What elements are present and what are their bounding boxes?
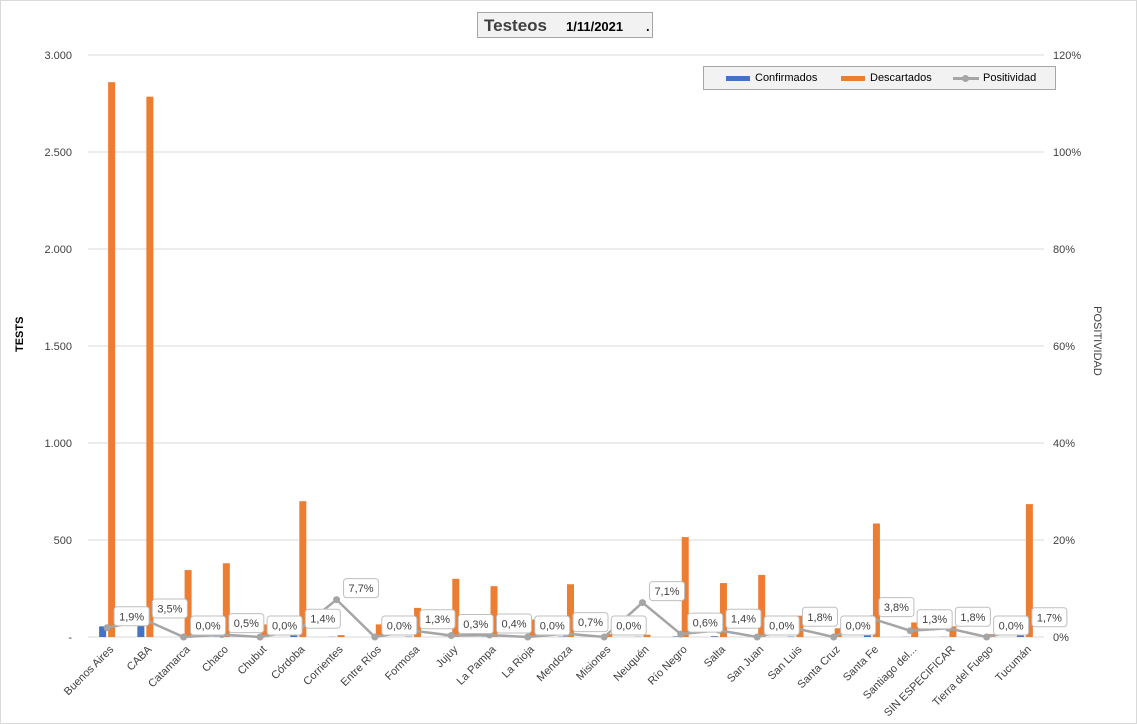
y2-tick-label: 20% xyxy=(1053,535,1075,547)
point-positividad xyxy=(983,633,991,641)
x-tick-label: Buenos Aires xyxy=(62,643,117,698)
x-tick-label: Entre Ríos xyxy=(339,643,385,689)
x-tick-label: San Luis xyxy=(766,643,805,682)
data-label: 0,6% xyxy=(693,618,718,630)
bar-descartados xyxy=(108,82,116,637)
x-tick-label: Chaco xyxy=(200,644,231,675)
point-positividad xyxy=(103,624,111,632)
data-label: 3,8% xyxy=(884,602,909,614)
x-tick-label: Santa Fe xyxy=(841,644,881,684)
x-tick-label: Jujuy xyxy=(434,643,461,670)
y2-tick-label: 40% xyxy=(1053,438,1075,450)
x-tick-label: Chubut xyxy=(236,644,270,678)
data-label: 0,0% xyxy=(616,621,641,633)
x-tick-label: Catamarca xyxy=(146,643,193,690)
x-tick-label: Salta xyxy=(702,643,729,670)
bar-confirmados xyxy=(710,636,718,637)
y2-tick-label: 0% xyxy=(1053,632,1069,644)
data-label: 0,3% xyxy=(463,619,488,631)
data-label: 1,8% xyxy=(807,612,832,624)
x-tick-label: Córdoba xyxy=(269,643,308,682)
x-tick-label: La Pampa xyxy=(455,643,500,688)
data-label: 0,0% xyxy=(272,621,297,633)
x-tick-label: SIN ESPECIFICAR xyxy=(882,644,958,720)
y-tick-label: 1.000 xyxy=(44,438,72,450)
x-tick-label: San Juan xyxy=(725,644,766,685)
data-label: 3,5% xyxy=(157,604,182,616)
data-label: 0,0% xyxy=(769,621,794,633)
point-positividad xyxy=(524,633,532,641)
data-label: 1,9% xyxy=(119,611,144,623)
point-positividad xyxy=(600,633,608,641)
y-tick-label: 1.500 xyxy=(44,341,72,353)
y2-tick-label: 60% xyxy=(1053,341,1075,353)
x-tick-label: Formosa xyxy=(383,643,423,683)
x-tick-label: Misiones xyxy=(574,643,614,683)
x-tick-label: Mendoza xyxy=(535,643,576,684)
bar-descartados xyxy=(146,96,154,637)
data-label: 7,1% xyxy=(654,586,679,598)
point-positividad xyxy=(753,633,761,641)
data-label: 0,7% xyxy=(578,617,603,629)
data-label: 1,4% xyxy=(731,614,756,626)
y2-tick-label: 80% xyxy=(1053,244,1075,256)
point-positividad xyxy=(333,596,341,604)
x-tick-label: Neuquén xyxy=(612,644,652,684)
data-label: 0,5% xyxy=(234,618,259,630)
x-tick-label: Río Negro xyxy=(646,644,690,688)
y-tick-label: - xyxy=(68,632,72,644)
data-label: 1,4% xyxy=(310,614,335,626)
bar-descartados xyxy=(337,635,345,637)
data-label: 0,0% xyxy=(540,621,565,633)
x-tick-label: CABA xyxy=(125,643,155,673)
x-tick-label: La Rioja xyxy=(500,643,538,681)
y-tick-label: 2.000 xyxy=(44,244,72,256)
data-label: 7,7% xyxy=(349,583,374,595)
data-label: 1,8% xyxy=(960,612,985,624)
y-tick-label: 500 xyxy=(54,535,72,547)
point-positividad xyxy=(256,633,264,641)
data-label: 0,0% xyxy=(999,621,1024,633)
point-positividad xyxy=(447,632,455,640)
point-positividad xyxy=(638,599,646,607)
data-label: 0,0% xyxy=(387,621,412,633)
point-positividad xyxy=(677,630,685,638)
chart-plot: - 500 1.000 1.500 2.000 2.500 3.000 0% 20% 40% 60%… xyxy=(44,50,1081,720)
point-positividad xyxy=(371,633,379,641)
data-label: 1,3% xyxy=(425,614,450,626)
data-label: 1,7% xyxy=(1037,612,1062,624)
point-positividad xyxy=(180,633,188,641)
y-tick-label: 2.500 xyxy=(44,147,72,159)
y-tick-label: 3.000 xyxy=(44,50,72,62)
data-label: 0,4% xyxy=(501,619,526,631)
x-tick-label: Tucumán xyxy=(993,644,1034,685)
y2-tick-label: 120% xyxy=(1053,50,1081,62)
data-label: 0,0% xyxy=(846,621,871,633)
data-label: 0,0% xyxy=(196,621,221,633)
point-positividad xyxy=(830,633,838,641)
data-label: 1,3% xyxy=(922,614,947,626)
y2-tick-label: 100% xyxy=(1053,147,1081,159)
point-positividad xyxy=(906,627,914,635)
